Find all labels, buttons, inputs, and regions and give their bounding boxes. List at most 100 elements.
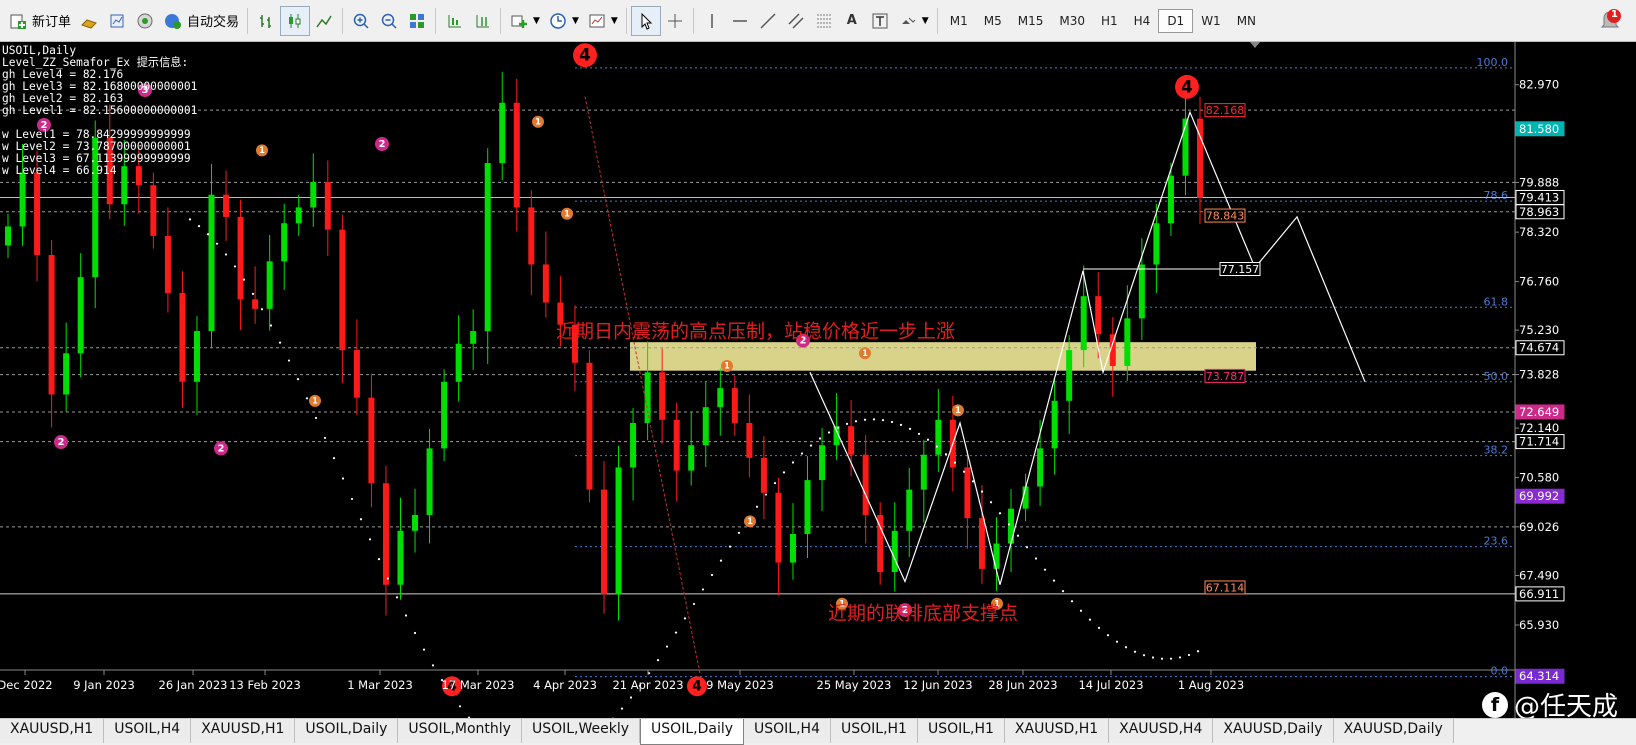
date-tick-label: 21 Apr 2023 xyxy=(612,678,683,692)
trendline-button[interactable] xyxy=(754,6,782,36)
candle-chart-icon xyxy=(285,11,305,31)
chart-tab[interactable]: XAUUSD,H1 xyxy=(191,719,296,743)
zoom-out-button[interactable] xyxy=(375,6,403,36)
history-center-button[interactable] xyxy=(103,6,131,36)
vertical-line-button[interactable] xyxy=(698,6,726,36)
notification-button[interactable]: 1 xyxy=(1598,8,1622,32)
price-highlight-label: 81.580 xyxy=(1519,122,1559,136)
timeframe-h4[interactable]: H4 xyxy=(1126,9,1159,33)
chart-tab[interactable]: USOIL,H1 xyxy=(830,719,918,743)
chevron-down-icon: ▼ xyxy=(610,15,618,26)
timeframe-h1[interactable]: H1 xyxy=(1093,9,1126,33)
bar-chart-icon xyxy=(256,11,276,31)
date-tick-label: 25 May 2023 xyxy=(817,678,892,692)
candle-body xyxy=(426,448,433,515)
sar-dot xyxy=(854,420,858,423)
chart-tab[interactable]: XAUUSD,Daily xyxy=(1213,719,1334,743)
candle-body xyxy=(1066,350,1073,401)
text-label-button[interactable] xyxy=(866,6,894,36)
channel-icon xyxy=(786,11,806,31)
sar-dot xyxy=(458,705,462,708)
candle-body xyxy=(164,235,171,294)
chart-tab[interactable]: USOIL,Monthly xyxy=(398,719,522,743)
support-annotation: 近期的联排底部支撑点 xyxy=(828,603,1018,625)
new-order-label: 新订单 xyxy=(32,15,72,30)
candle-body xyxy=(397,530,404,585)
fibonacci-button[interactable] xyxy=(810,6,838,36)
line-chart-button[interactable] xyxy=(310,6,338,36)
cursor-tool-button[interactable] xyxy=(630,5,661,36)
chart-window[interactable]: 100.0 78.6 61.8 50.0 38.2 23.6 0.0 4 4 4 4 3 2 2 2 2 2 2 1… xyxy=(0,42,1636,718)
history-icon xyxy=(107,11,127,31)
candle-body xyxy=(412,514,419,531)
candle-body xyxy=(1008,508,1015,544)
semafor-marker-label: 4 xyxy=(692,679,702,695)
chart-tab[interactable]: XAUUSD,H4 xyxy=(1109,719,1214,743)
sar-dot xyxy=(1007,523,1011,526)
templates-button[interactable]: ▼ xyxy=(583,6,622,36)
sar-dot xyxy=(350,497,354,501)
chart-tab[interactable]: XAUUSD,Daily xyxy=(1333,719,1454,743)
new-order-button[interactable]: 新订单 xyxy=(4,6,75,36)
timeframe-w1[interactable]: W1 xyxy=(1193,9,1229,33)
channel-button[interactable] xyxy=(782,6,810,36)
semafor-marker-label: 1 xyxy=(312,396,318,406)
date-tick-label: 13 Feb 2023 xyxy=(229,678,301,692)
cursor-arrow-icon xyxy=(636,11,656,31)
date-tick-label: 12 Jun 2023 xyxy=(903,678,972,692)
chart-tab[interactable]: USOIL,H1 xyxy=(917,719,1005,743)
chart-shift-marker[interactable] xyxy=(1250,42,1260,48)
periodicity-button[interactable]: ▼ xyxy=(544,6,583,36)
timeframe-mn[interactable]: MN xyxy=(1229,9,1264,33)
sar-dot xyxy=(737,531,741,534)
price-tick-label: 76.760 xyxy=(1519,275,1559,289)
candle-body xyxy=(688,445,695,471)
price-highlight-label: 66.911 xyxy=(1519,587,1559,601)
chart-tab[interactable]: XAUUSD,H1 xyxy=(0,719,105,743)
sar-dot xyxy=(836,426,840,429)
timeframe-d1[interactable]: D1 xyxy=(1158,8,1194,33)
timeframe-m30[interactable]: M30 xyxy=(1051,9,1093,33)
crosshair-tool-button[interactable] xyxy=(661,6,689,36)
semafor-marker-label: 1 xyxy=(955,405,961,415)
chart-tab[interactable]: USOIL,Weekly xyxy=(521,719,641,743)
bar-chart-button[interactable] xyxy=(252,6,280,36)
strategy-tester-button[interactable] xyxy=(75,6,103,36)
chart-tab[interactable]: USOIL,Daily xyxy=(640,719,745,745)
horizontal-line-button[interactable] xyxy=(726,6,754,36)
chart-tab[interactable]: USOIL,H4 xyxy=(744,719,831,743)
timeframe-m5[interactable]: M5 xyxy=(976,9,1010,33)
semafor-marker-label: 1 xyxy=(724,361,730,371)
indicators-button[interactable]: ▼ xyxy=(505,6,544,36)
auto-scroll-button[interactable] xyxy=(440,6,468,36)
chart-tab[interactable]: USOIL,Daily xyxy=(295,719,399,743)
candle-body xyxy=(193,331,200,382)
candle-body xyxy=(819,445,826,481)
sar-dot xyxy=(881,419,885,422)
candle-body xyxy=(731,388,738,424)
auto-trade-button[interactable]: 自动交易 xyxy=(159,6,243,36)
fib-level-label: 0.0 xyxy=(1491,665,1509,678)
text-tool-button[interactable]: A xyxy=(838,6,866,36)
price-highlight-label: 74.674 xyxy=(1519,341,1559,355)
fib-level-label: 38.2 xyxy=(1484,444,1509,457)
candle-body xyxy=(804,480,811,534)
candle-body xyxy=(237,216,244,300)
chart-tab[interactable]: XAUUSD,H1 xyxy=(1004,719,1110,743)
chart-tab[interactable]: USOIL,H4 xyxy=(104,719,192,743)
timeframe-m1[interactable]: M1 xyxy=(942,9,976,33)
chart-shift-button[interactable] xyxy=(468,6,496,36)
candle-body xyxy=(441,381,448,449)
semafor-marker-label: 2 xyxy=(218,444,225,455)
candle-body xyxy=(281,223,288,262)
zoom-in-button[interactable] xyxy=(347,6,375,36)
tile-windows-button[interactable] xyxy=(403,6,431,36)
price-chart[interactable]: 100.078.661.850.038.223.60.0444 432222221… xyxy=(0,42,1636,718)
arrows-button[interactable]: ▼ xyxy=(894,6,933,36)
date-tick-label: 4 Apr 2023 xyxy=(533,678,597,692)
timeframe-m15[interactable]: M15 xyxy=(1010,9,1052,33)
candle-body xyxy=(513,102,520,208)
signals-button[interactable] xyxy=(131,6,159,36)
candle-chart-button[interactable] xyxy=(280,5,311,36)
sar-dot xyxy=(674,631,678,634)
